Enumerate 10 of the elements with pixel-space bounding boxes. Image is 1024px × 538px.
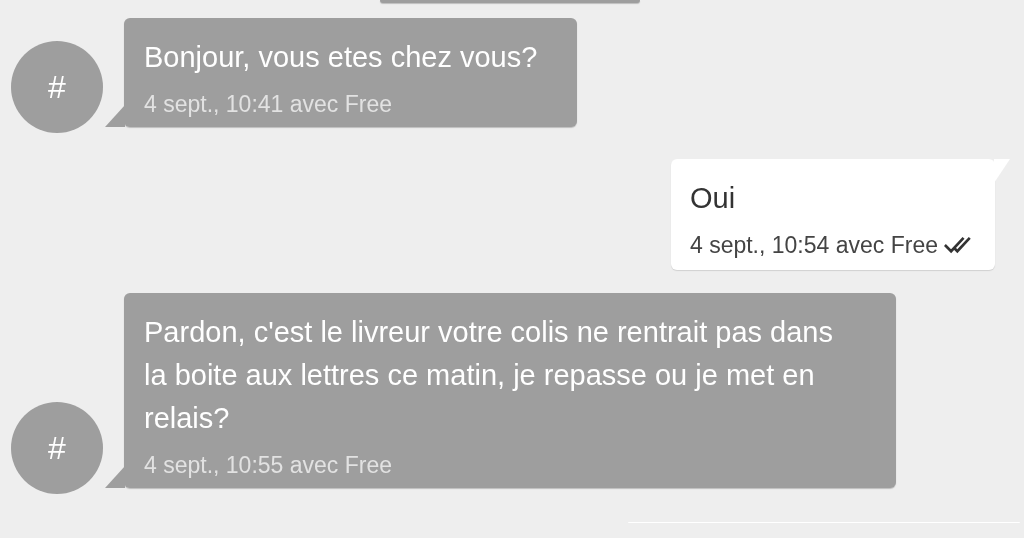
contact-avatar: # xyxy=(11,41,103,133)
message-text: Bonjour, vous etes chez vous? xyxy=(144,40,538,75)
message-text: Pardon, c'est le livreur votre colis ne rentrait pas dans la boite aux lettres ce matin, je repasse ou je met en relais? xyxy=(144,315,834,436)
bubble-tail xyxy=(105,105,125,127)
message-text: Oui xyxy=(689,181,736,216)
contact-avatar: # xyxy=(11,402,103,494)
message-timestamp: 4 sept., 10:55 avec Free xyxy=(144,451,393,479)
message-timestamp: 4 sept., 10:41 avec Free xyxy=(144,90,393,118)
message-timestamp: 4 sept., 10:54 avec Free xyxy=(689,231,938,259)
bubble-tail xyxy=(105,466,125,488)
